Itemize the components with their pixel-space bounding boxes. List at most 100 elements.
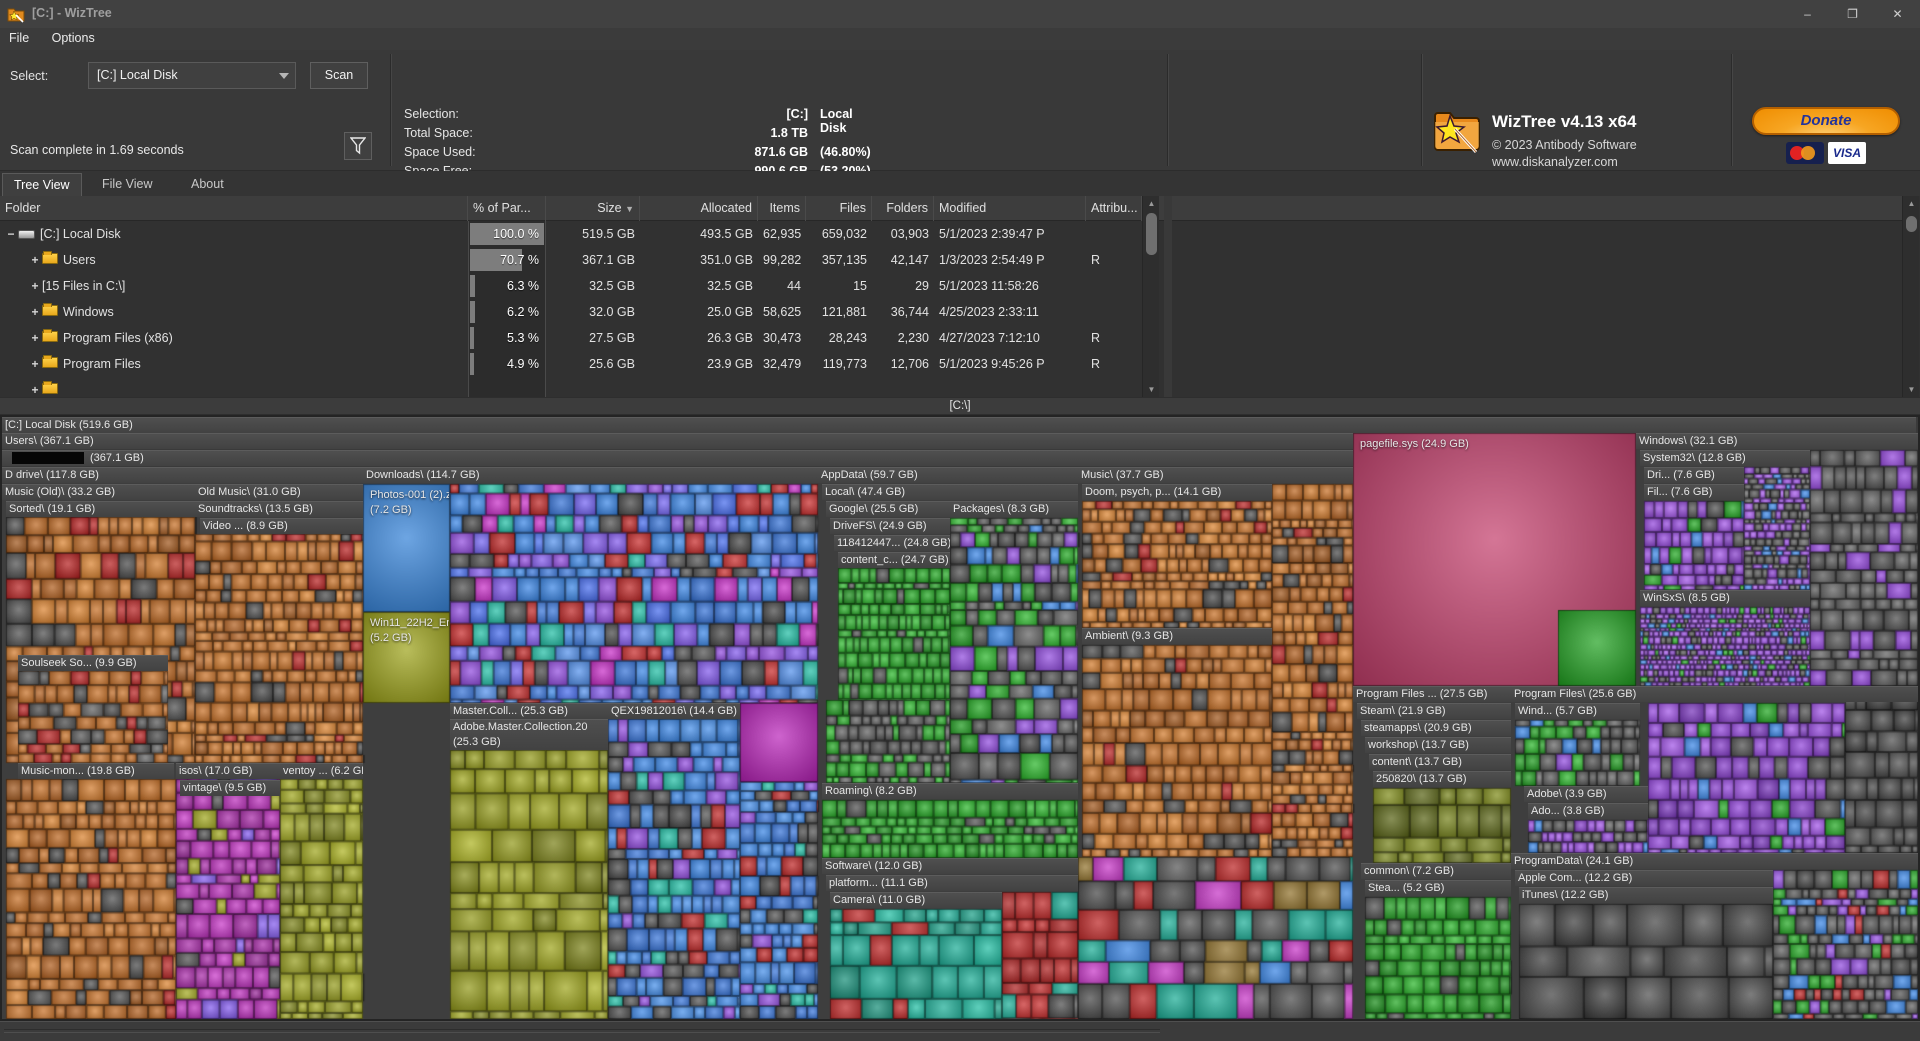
close-button[interactable]: ✕: [1875, 0, 1920, 28]
extension-row[interactable]: [1172, 377, 1902, 397]
expand-toggle[interactable]: +: [28, 299, 42, 325]
treemap-label[interactable]: Soulseek So... (9.9 GB): [18, 655, 168, 671]
treemap-label[interactable]: Master.Coll... (25.3 GB): [450, 703, 608, 719]
scan-button[interactable]: Scan: [310, 62, 368, 89]
drive-select[interactable]: [C:] Local Disk: [88, 62, 296, 89]
treemap-label[interactable]: steamapps\ (20.9 GB): [1361, 720, 1511, 736]
expand-toggle[interactable]: +: [28, 377, 42, 397]
tab-tree-view[interactable]: Tree View: [2, 173, 82, 196]
extension-table-scrollbar[interactable]: ▲ ▼: [1902, 196, 1919, 397]
treemap-label[interactable]: isos\ (17.0 GB): [176, 763, 280, 779]
treemap-label[interactable]: Camera\ (11.0 GB): [830, 892, 1002, 908]
treemap-label[interactable]: D drive\ (117.8 GB): [2, 467, 363, 483]
treemap-label[interactable]: DriveFS\ (24.9 GB): [830, 518, 950, 534]
treemap-label[interactable]: System32\ (12.8 GB): [1640, 450, 1810, 466]
treemap-label[interactable]: Wind... (5.7 GB): [1515, 703, 1640, 719]
treemap-label[interactable]: Stea... (5.2 GB): [1365, 880, 1511, 896]
folder-col-allocated[interactable]: Allocated: [640, 196, 758, 221]
treemap-label[interactable]: Win11_22H2_Englis(5.2 GB): [367, 616, 449, 646]
expand-toggle[interactable]: +: [28, 273, 42, 299]
folder-col-ofpar[interactable]: % of Par...: [468, 196, 546, 221]
treemap-label[interactable]: iTunes\ (12.2 GB): [1519, 887, 1773, 903]
treemap-label[interactable]: Photos-001 (2).zip(7.2 GB): [367, 488, 449, 518]
folder-col-modified[interactable]: Modified: [934, 196, 1086, 221]
folder-row[interactable]: +Program Files (x86)5.3 %27.5 GB26.3 GB3…: [0, 325, 1164, 351]
extension-row[interactable]: (No Extensio8.3 %43.0 GB35.9 GB46,344: [1172, 273, 1902, 299]
extension-row[interactable]: Z.zipzip Archive6.1 %31.6 GB31.4 GB2,248: [1172, 351, 1902, 377]
treemap-label[interactable]: Steam\ (21.9 GB): [1357, 703, 1511, 719]
treemap-label[interactable]: Music (Old)\ (33.2 GB): [2, 484, 195, 500]
expand-toggle[interactable]: +: [28, 325, 42, 351]
treemap-label[interactable]: Dri... (7.6 GB): [1644, 467, 1744, 483]
treemap-label[interactable]: Windows\ (32.1 GB): [1636, 433, 1918, 449]
treemap-label[interactable]: Roaming\ (8.2 GB): [822, 783, 1078, 799]
treemap-label[interactable]: pagefile.sys (24.9 GB): [1357, 437, 1557, 453]
folder-col-folders[interactable]: Folders: [872, 196, 934, 221]
treemap-label[interactable]: (367.1 GB): [2, 450, 1353, 466]
filter-button[interactable]: [344, 132, 372, 160]
treemap-label[interactable]: Doom, psych, p... (14.1 GB): [1082, 484, 1272, 500]
treemap-label[interactable]: vintage\ (9.5 GB): [180, 780, 280, 796]
treemap[interactable]: [C:] Local Disk (519.6 GB)Users\ (367.1 …: [0, 415, 1920, 1021]
expand-toggle[interactable]: +: [28, 247, 42, 273]
folder-row[interactable]: +Windows6.2 %32.0 GB25.0 GB58,625121,881…: [0, 299, 1164, 325]
folder-col-files[interactable]: Files: [806, 196, 872, 221]
extension-row[interactable]: ⚙.sysSystem file6.3 %32.6 GB32.3 GB2,791: [1172, 325, 1902, 351]
expand-toggle[interactable]: −: [4, 221, 18, 247]
folder-col-size[interactable]: Size ▼: [546, 196, 640, 221]
treemap-label[interactable]: Soundtracks\ (13.5 GB): [195, 501, 363, 517]
extension-row[interactable]: iso.isoiso Archive8.5 %44.3 GB44.3 GB19: [1172, 247, 1902, 273]
treemap-label[interactable]: Old Music\ (31.0 GB): [195, 484, 363, 500]
tab-file-view[interactable]: File View: [91, 173, 163, 196]
treemap-label[interactable]: Fil... (7.6 GB): [1644, 484, 1744, 500]
treemap-label[interactable]: Program Files ... (27.5 GB): [1353, 686, 1511, 702]
website-link[interactable]: www.diskanalyzer.com: [1492, 155, 1618, 169]
treemap-label[interactable]: 118412447... (24.8 GB): [834, 535, 950, 551]
treemap-label[interactable]: workshop\ (13.7 GB): [1365, 737, 1511, 753]
folder-table-scrollbar[interactable]: ▲ ▼: [1142, 196, 1159, 397]
treemap-label[interactable]: Music\ (37.7 GB): [1078, 467, 1353, 483]
treemap-label[interactable]: Ambient\ (9.3 GB): [1082, 628, 1272, 644]
folder-row[interactable]: +[15 Files in C:\]6.3 %32.5 GB32.5 GB441…: [0, 273, 1164, 299]
treemap-label[interactable]: Adobe.Master.Collection.20(25.3 GB): [450, 719, 608, 750]
menu-options[interactable]: Options: [43, 28, 104, 48]
treemap-label[interactable]: Google\ (25.5 GB): [826, 501, 950, 517]
menu-file[interactable]: File: [0, 28, 38, 48]
treemap-label[interactable]: Software\ (12.0 GB): [822, 858, 1078, 874]
folder-row[interactable]: −[C:] Local Disk100.0 %519.5 GB493.5 GB6…: [0, 221, 1164, 247]
treemap-label[interactable]: content\ (13.7 GB): [1369, 754, 1511, 770]
treemap-label[interactable]: WinSxS\ (8.5 GB): [1640, 590, 1810, 606]
treemap-label[interactable]: Local\ (47.4 GB): [822, 484, 1078, 500]
folder-row[interactable]: +Users70.7 %367.1 GB351.0 GB99,282357,13…: [0, 247, 1164, 273]
maximize-button[interactable]: ❐: [1830, 0, 1875, 28]
treemap-label[interactable]: Downloads\ (114.7 GB): [363, 467, 818, 483]
folder-row[interactable]: +: [0, 377, 1164, 397]
donate-button[interactable]: Donate: [1752, 107, 1900, 135]
minimize-button[interactable]: –: [1785, 0, 1830, 28]
extension-row[interactable]: ⚙.dllApplication7.2 %37.7 GB31.1 GB56,34…: [1172, 299, 1902, 325]
treemap-label[interactable]: QEX19812016\ (14.4 GB): [608, 703, 740, 719]
treemap-label[interactable]: Apple Com... (12.2 GB): [1515, 870, 1773, 886]
folder-col-folder[interactable]: Folder: [0, 196, 468, 221]
treemap-label[interactable]: ventoy ... (6.2 GB): [280, 763, 363, 779]
treemap-label[interactable]: Music-mon... (19.8 GB): [18, 763, 174, 779]
treemap-label[interactable]: [C:] Local Disk (519.6 GB): [2, 417, 1916, 433]
extension-row[interactable]: MP3.mp3MPEG layer 320.6 %107.2 GB106.8 G…: [1172, 221, 1902, 247]
treemap-label[interactable]: Adobe\ (3.9 GB): [1524, 786, 1648, 802]
treemap-label[interactable]: platform... (11.1 GB): [826, 875, 1078, 891]
table-splitter[interactable]: [1164, 196, 1172, 397]
treemap-label[interactable]: Sorted\ (19.1 GB): [6, 501, 195, 517]
treemap-label[interactable]: 250820\ (13.7 GB): [1373, 771, 1511, 787]
treemap-label[interactable]: Packages\ (8.3 GB): [950, 501, 1078, 517]
tab-about[interactable]: About: [180, 173, 235, 196]
treemap-label[interactable]: common\ (7.2 GB): [1361, 863, 1511, 879]
treemap-label[interactable]: ProgramData\ (24.1 GB): [1511, 853, 1918, 869]
treemap-label[interactable]: Ado... (3.8 GB): [1528, 803, 1648, 819]
treemap-label[interactable]: AppData\ (59.7 GB): [818, 467, 1078, 483]
treemap-label[interactable]: Program Files\ (25.6 GB): [1511, 686, 1918, 702]
folder-col-attribu[interactable]: Attribu...: [1086, 196, 1142, 221]
folder-row[interactable]: +Program Files4.9 %25.6 GB23.9 GB32,4791…: [0, 351, 1164, 377]
folder-col-items[interactable]: Items: [758, 196, 806, 221]
expand-toggle[interactable]: +: [28, 351, 42, 377]
treemap-label[interactable]: content_c... (24.7 GB): [838, 552, 950, 568]
